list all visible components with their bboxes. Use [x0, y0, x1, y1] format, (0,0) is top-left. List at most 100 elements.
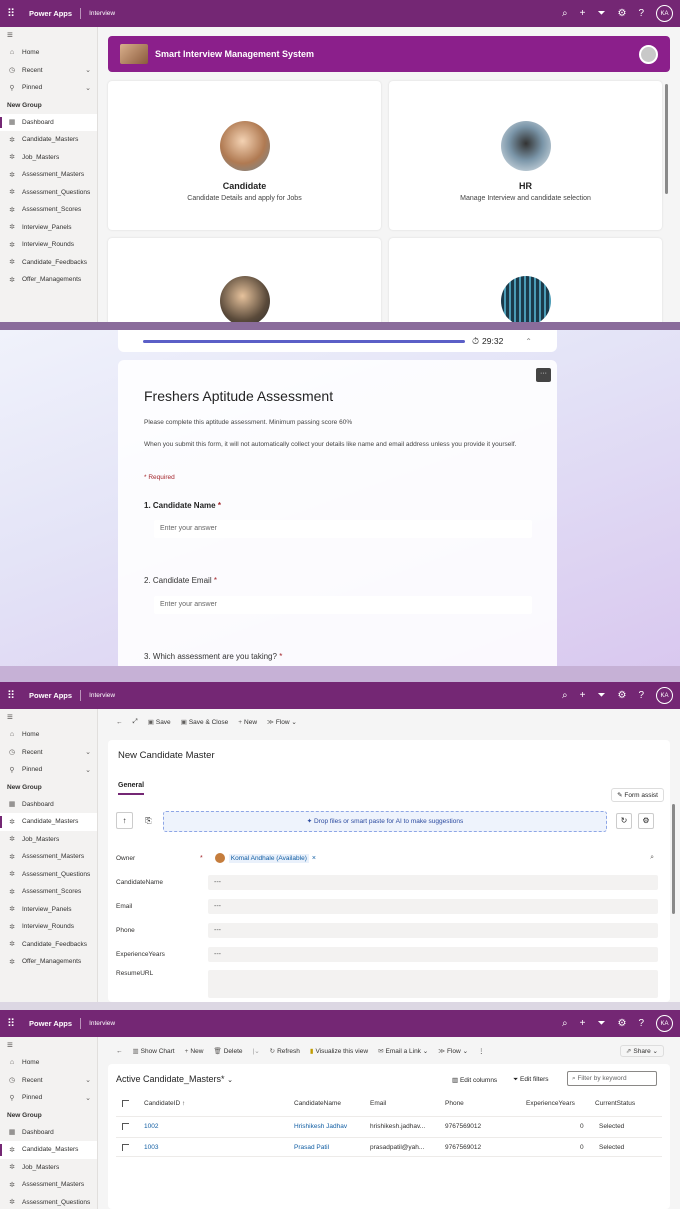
- back-icon[interactable]: ←: [116, 1048, 123, 1055]
- profile-avatar-icon[interactable]: [639, 44, 658, 64]
- search-icon[interactable]: ⌕: [562, 690, 568, 701]
- user-avatar[interactable]: KA: [656, 1015, 673, 1032]
- table-row[interactable]: 1003 Prasad Patil prasadpatil@yah... 976…: [116, 1137, 662, 1157]
- hamburger-icon[interactable]: ≡: [0, 27, 97, 44]
- view-title[interactable]: Active Candidate_Masters* ⌄: [116, 1074, 233, 1084]
- email-field[interactable]: Email ---: [116, 898, 658, 914]
- owner-lookup[interactable]: Komal Andhale (Available) × ⌕: [208, 850, 658, 866]
- sidebar-item-assessment-scores[interactable]: ✲ Assessment_Scores: [0, 883, 97, 901]
- column-header-email[interactable]: Email: [370, 1100, 386, 1107]
- row-checkbox[interactable]: [122, 1123, 129, 1130]
- ai-dropzone[interactable]: ✦ Drop files or smart paste for AI to ma…: [163, 811, 607, 832]
- app-launcher-icon[interactable]: ⠿: [7, 7, 23, 20]
- sidebar-item-recent[interactable]: ◷ Recent ⌄: [0, 744, 97, 762]
- sidebar-item-candidate-masters[interactable]: ✲ Candidate_Masters: [0, 813, 97, 831]
- sidebar-item-pinned[interactable]: ⚲ Pinned ⌄: [0, 1089, 97, 1107]
- sidebar-item-job-masters[interactable]: ✲ Job_Masters: [0, 1159, 97, 1177]
- sidebar-item-interview-panels[interactable]: ✲ Interview_Panels: [0, 219, 97, 237]
- sidebar-item-offer-managements[interactable]: ✲ Offer_Managements: [0, 271, 97, 289]
- settings-icon[interactable]: ⚙: [617, 690, 626, 701]
- cell-candidateid[interactable]: 1002: [144, 1123, 158, 1130]
- open-new-window-icon[interactable]: ⤢: [133, 718, 138, 726]
- collapse-chevron-icon[interactable]: ⌃: [525, 337, 532, 346]
- sidebar-item-assessment-questions[interactable]: ✲ Assessment_Questions: [0, 184, 97, 202]
- resume-url-field[interactable]: ResumeURL: [116, 970, 658, 1000]
- search-icon[interactable]: ⌕: [562, 1018, 568, 1029]
- search-icon[interactable]: ⌕: [650, 854, 654, 862]
- sidebar-item-offer-managements[interactable]: ✲ Offer_Managements: [0, 953, 97, 971]
- remove-icon[interactable]: ×: [312, 855, 316, 862]
- help-icon[interactable]: ?: [638, 690, 644, 701]
- sidebar-item-candidate-feedbacks[interactable]: ✲ Candidate_Feedbacks: [0, 936, 97, 954]
- hamburger-icon[interactable]: ≡: [0, 1037, 97, 1054]
- cell-candidatename[interactable]: Prasad Patil: [294, 1144, 329, 1151]
- save-button[interactable]: ▣ Save: [148, 718, 171, 726]
- filter-keyword-input[interactable]: ⌕ Filter by keyword: [567, 1071, 657, 1086]
- upload-icon[interactable]: ↑: [116, 812, 133, 829]
- sidebar-item-assessment-masters[interactable]: ✲ Assessment_Masters: [0, 166, 97, 184]
- resume-url-input[interactable]: [208, 970, 658, 998]
- more-commands-icon[interactable]: ⋮: [478, 1047, 485, 1055]
- chevron-down-icon[interactable]: ⌄: [85, 66, 91, 74]
- candidate-name-input[interactable]: ---: [208, 874, 658, 890]
- smart-paste-icon[interactable]: ⎘: [140, 812, 157, 829]
- sidebar-item-interview-rounds[interactable]: ✲ Interview_Rounds: [0, 236, 97, 254]
- phone-input[interactable]: ---: [208, 922, 658, 938]
- edit-filters-button[interactable]: ⏷ Edit filters: [513, 1076, 549, 1084]
- chevron-down-icon[interactable]: ⌄: [85, 1094, 91, 1102]
- column-header-currentstatus[interactable]: CurrentStatus: [595, 1100, 635, 1107]
- sidebar-item-dashboard[interactable]: ▦ Dashboard: [0, 1124, 97, 1142]
- settings-icon[interactable]: ⚙: [617, 8, 626, 19]
- chevron-down-icon[interactable]: ⌄: [85, 748, 91, 756]
- sidebar-item-dashboard[interactable]: ▦ Dashboard: [0, 796, 97, 814]
- sidebar-item-recent[interactable]: ◷ Recent ⌄: [0, 1072, 97, 1090]
- sidebar-item-candidate-masters[interactable]: ✲ Candidate_Masters: [0, 131, 97, 149]
- sidebar-item-dashboard[interactable]: ▦ Dashboard: [0, 113, 97, 131]
- experience-years-field[interactable]: ExperienceYears ---: [116, 946, 658, 962]
- refresh-button[interactable]: ↻ Refresh: [270, 1047, 300, 1055]
- scrollbar[interactable]: [672, 804, 675, 914]
- email-input[interactable]: ---: [208, 898, 658, 914]
- phone-field[interactable]: Phone ---: [116, 922, 658, 938]
- sidebar-item-candidate-feedbacks[interactable]: ✲ Candidate_Feedbacks: [0, 254, 97, 272]
- add-icon[interactable]: +: [580, 8, 586, 19]
- edit-columns-button[interactable]: ▥ Edit columns: [452, 1076, 497, 1084]
- sidebar-item-recent[interactable]: ◷ Recent ⌄: [0, 62, 97, 80]
- chevron-down-icon[interactable]: ⌄: [85, 1076, 91, 1084]
- sidebar-item-assessment-scores[interactable]: ✲ Assessment_Scores: [0, 201, 97, 219]
- form-assist-button[interactable]: ✎ Form assist: [611, 788, 664, 802]
- scrollbar[interactable]: [665, 84, 668, 194]
- sidebar-item-assessment-questions[interactable]: ✲ Assessment_Questions: [0, 866, 97, 884]
- back-icon[interactable]: ←: [116, 719, 123, 726]
- settings-icon[interactable]: ⚙: [617, 1018, 626, 1029]
- search-icon[interactable]: ⌕: [562, 8, 568, 19]
- new-button[interactable]: + New: [238, 719, 257, 726]
- app-launcher-icon[interactable]: ⠿: [7, 1017, 23, 1030]
- new-button[interactable]: + New: [185, 1048, 204, 1055]
- help-icon[interactable]: ?: [638, 8, 644, 19]
- column-header-phone[interactable]: Phone: [445, 1100, 464, 1107]
- chevron-down-icon[interactable]: ⌄: [85, 84, 91, 92]
- user-avatar[interactable]: KA: [656, 5, 673, 22]
- column-header-candidatename[interactable]: CandidateName: [294, 1100, 341, 1107]
- sidebar-item-home[interactable]: ⌂ Home: [0, 44, 97, 62]
- sidebar-item-home[interactable]: ⌂ Home: [0, 1054, 97, 1072]
- save-close-button[interactable]: ▣ Save & Close: [181, 718, 229, 726]
- cell-candidatename[interactable]: Hrishikesh Jadhav: [294, 1123, 347, 1130]
- sidebar-item-assessment-masters[interactable]: ✲ Assessment_Masters: [0, 848, 97, 866]
- app-launcher-icon[interactable]: ⠿: [7, 689, 23, 702]
- candidate-name-input[interactable]: Enter your answer: [154, 520, 532, 538]
- candidate-email-input[interactable]: Enter your answer: [154, 596, 532, 614]
- help-icon[interactable]: ?: [638, 1018, 644, 1029]
- user-avatar[interactable]: KA: [656, 687, 673, 704]
- add-icon[interactable]: +: [580, 690, 586, 701]
- delete-button[interactable]: 🗑 Delete: [213, 1047, 242, 1055]
- filter-icon[interactable]: ⏷: [597, 1018, 605, 1029]
- more-options-button[interactable]: ···: [536, 368, 551, 382]
- flow-button[interactable]: ≫ Flow ⌄: [438, 1047, 468, 1055]
- sidebar-item-pinned[interactable]: ⚲ Pinned ⌄: [0, 79, 97, 97]
- header-checkbox[interactable]: [122, 1100, 129, 1107]
- table-row[interactable]: 1002 Hrishikesh Jadhav hrishikesh.jadhav…: [116, 1116, 662, 1136]
- sidebar-item-assessment-questions[interactable]: ✲ Assessment_Questions: [0, 1194, 97, 1209]
- card-4[interactable]: [389, 238, 662, 322]
